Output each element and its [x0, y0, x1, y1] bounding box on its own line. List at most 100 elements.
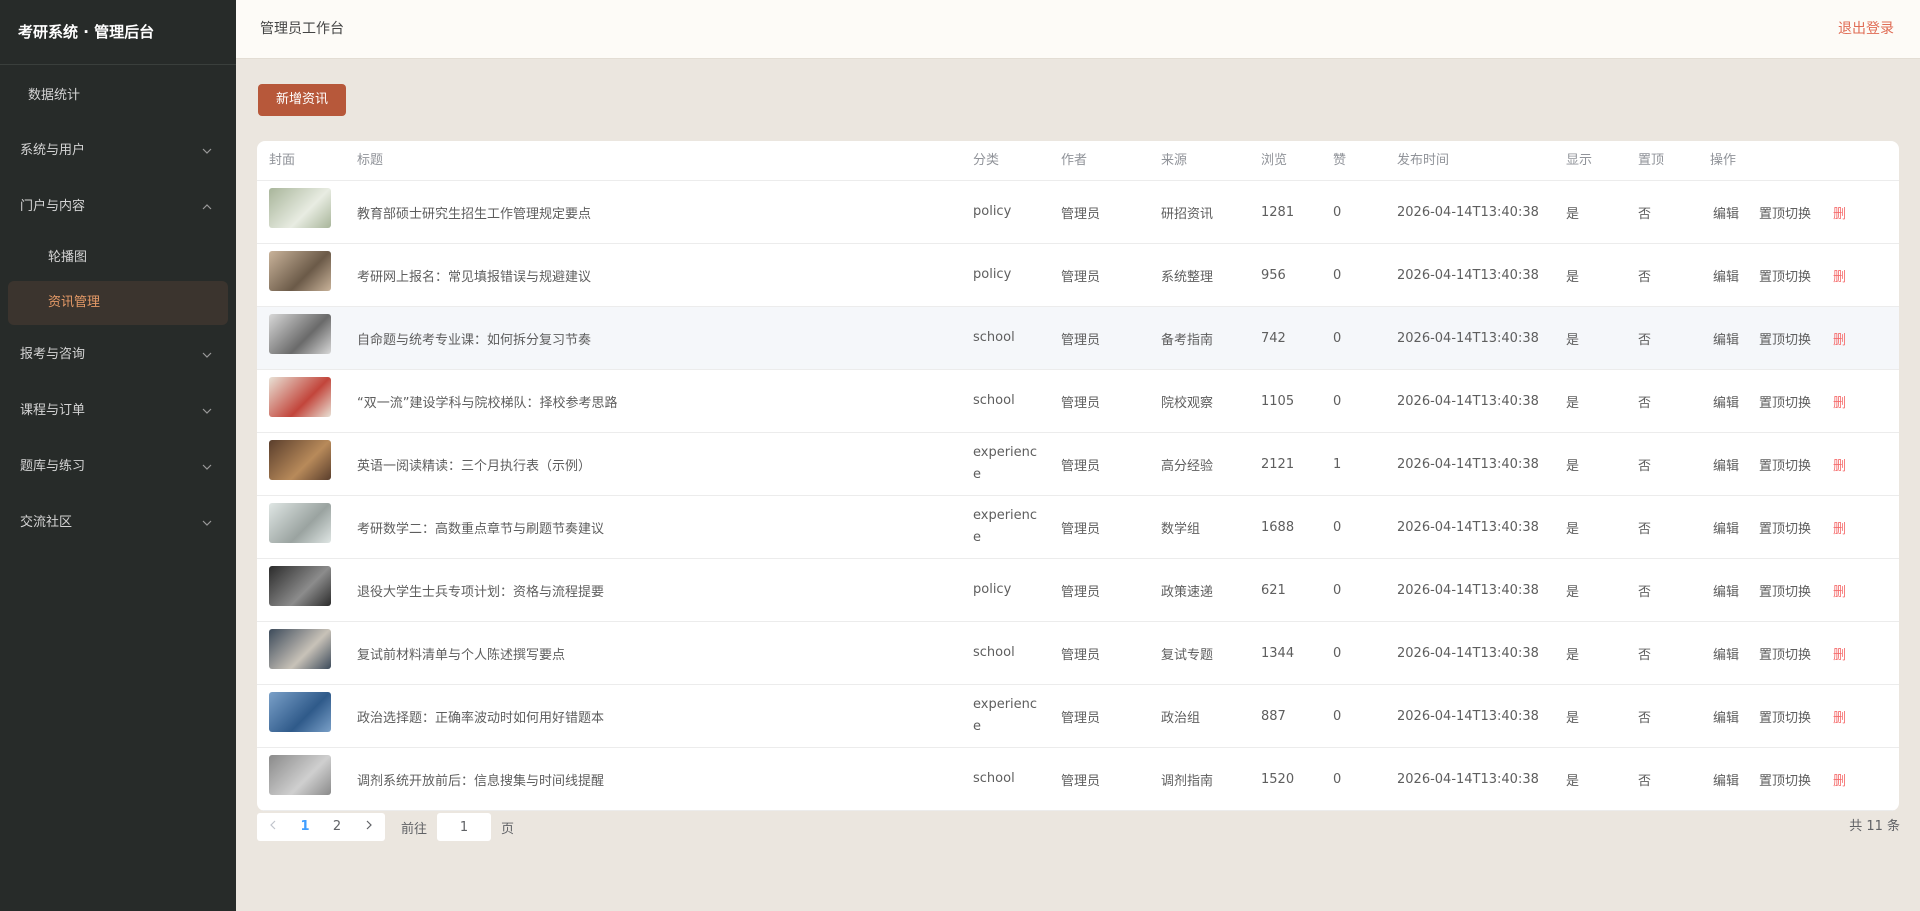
- delete-action-link[interactable]: 删: [1833, 307, 1846, 369]
- cell-published-text: 2026-04-14T13:40:38: [1397, 267, 1539, 283]
- cell-title: 政治选择题：正确率波动时如何用好错题本: [357, 685, 604, 747]
- chevron-up-icon: [200, 179, 214, 235]
- pin-toggle-action-link[interactable]: 置顶切换: [1759, 622, 1811, 684]
- delete-action-link[interactable]: 删: [1833, 622, 1846, 684]
- pagination: 1 2 前往 页: [257, 813, 514, 841]
- edit-action-link[interactable]: 编辑: [1713, 370, 1739, 432]
- cell-pinned: 否: [1638, 244, 1651, 306]
- cell-visible: 是: [1566, 307, 1579, 369]
- cover-thumbnail: [269, 251, 331, 291]
- pin-toggle-action-link[interactable]: 置顶切换: [1759, 685, 1811, 747]
- cell-published-text: 2026-04-14T13:40:38: [1397, 771, 1539, 787]
- sidebar-subitem-news[interactable]: 资讯管理: [8, 281, 228, 325]
- sidebar-item-portal-content[interactable]: 门户与内容: [0, 179, 236, 235]
- delete-action-link[interactable]: 删: [1833, 433, 1846, 495]
- cell-pinned: 否: [1638, 748, 1651, 810]
- cell-author: 管理员: [1061, 622, 1100, 684]
- sidebar-item-label: 门户与内容: [20, 199, 86, 214]
- sidebar-item-question-bank[interactable]: 题库与练习: [0, 439, 236, 495]
- cell-views-text: 1520: [1261, 771, 1295, 787]
- table-body: 教育部硕士研究生招生工作管理规定要点 policy 管理员 研招资讯 1281 0 2026…: [257, 181, 1899, 811]
- cell-category-text: experience: [973, 508, 1038, 545]
- sidebar-subitem-banner[interactable]: 轮播图: [0, 235, 236, 281]
- cell-pinned-text: 否: [1638, 710, 1652, 726]
- page-1-button[interactable]: 1: [289, 813, 321, 841]
- cell-source: 系统整理: [1161, 244, 1213, 306]
- delete-action-link[interactable]: 删: [1833, 496, 1846, 558]
- edit-action-link[interactable]: 编辑: [1713, 307, 1739, 369]
- cell-visible-text: 是: [1566, 395, 1580, 411]
- prev-page-button[interactable]: [257, 813, 289, 841]
- cell-visible-text: 是: [1566, 584, 1580, 600]
- edit-action-link[interactable]: 编辑: [1713, 559, 1739, 621]
- table-row: 复试前材料清单与个人陈述撰写要点 school 管理员 复试专题 1344 0 2026-0…: [257, 622, 1899, 685]
- chevron-down-icon: [200, 327, 214, 383]
- cell-pinned-text: 否: [1638, 458, 1652, 474]
- sidebar-item-stats[interactable]: 数据统计: [0, 73, 236, 119]
- add-news-button[interactable]: 新增资讯: [258, 84, 346, 116]
- cell-likes: 0: [1333, 244, 1341, 306]
- delete-action-link[interactable]: 删: [1833, 685, 1846, 747]
- pin-toggle-action-link[interactable]: 置顶切换: [1759, 370, 1811, 432]
- delete-action-link[interactable]: 删: [1833, 748, 1846, 810]
- cell-views: 1688: [1261, 496, 1294, 558]
- cell-likes: 0: [1333, 496, 1341, 558]
- pin-toggle-action-link[interactable]: 置顶切换: [1759, 748, 1811, 810]
- edit-action-link[interactable]: 编辑: [1713, 685, 1739, 747]
- edit-action-link[interactable]: 编辑: [1713, 748, 1739, 810]
- next-page-button[interactable]: [353, 813, 385, 841]
- cell-author: 管理员: [1061, 433, 1100, 495]
- logout-link[interactable]: 退出登录: [1838, 0, 1894, 59]
- pin-toggle-action-link[interactable]: 置顶切换: [1759, 496, 1811, 558]
- cell-likes: 0: [1333, 748, 1341, 810]
- cell-likes-text: 0: [1333, 519, 1342, 535]
- cell-likes: 0: [1333, 559, 1341, 621]
- cell-published: 2026-04-14T13:40:38: [1397, 181, 1539, 243]
- table-row: “双一流”建设学科与院校梯队：择校参考思路 school 管理员 院校观察 1105 0 2…: [257, 370, 1899, 433]
- cell-published: 2026-04-14T13:40:38: [1397, 496, 1539, 558]
- cell-author-text: 管理员: [1061, 332, 1101, 348]
- cell-author-text: 管理员: [1061, 458, 1101, 474]
- delete-action-link[interactable]: 删: [1833, 370, 1846, 432]
- cell-title-text: 英语一阅读精读：三个月执行表（示例）: [357, 458, 592, 474]
- pin-toggle-action-link[interactable]: 置顶切换: [1759, 244, 1811, 306]
- cell-title-text: 考研数学二：高数重点章节与刷题节奏建议: [357, 521, 605, 537]
- cell-pinned: 否: [1638, 685, 1651, 747]
- column-header-pinned: 置顶: [1638, 153, 1665, 168]
- cover-thumbnail: [269, 755, 331, 795]
- pin-toggle-action-link[interactable]: 置顶切换: [1759, 181, 1811, 243]
- edit-action-link[interactable]: 编辑: [1713, 181, 1739, 243]
- sidebar-item-apply-consult[interactable]: 报考与咨询: [0, 327, 236, 383]
- table-row: 自命题与统考专业课：如何拆分复习节奏 school 管理员 备考指南 742 0 2026-…: [257, 307, 1899, 370]
- pin-toggle-action-link[interactable]: 置顶切换: [1759, 307, 1811, 369]
- cover-thumbnail: [269, 503, 331, 543]
- cell-source-text: 研招资讯: [1161, 206, 1214, 222]
- sidebar-item-course-order[interactable]: 课程与订单: [0, 383, 236, 439]
- goto-page-input[interactable]: [437, 813, 492, 841]
- chevron-down-icon: [200, 123, 214, 179]
- cell-category-text: experience: [973, 697, 1038, 734]
- delete-action-link[interactable]: 删: [1833, 559, 1846, 621]
- sidebar-item-community[interactable]: 交流社区: [0, 495, 236, 551]
- cell-views: 956: [1261, 244, 1286, 306]
- edit-action-link[interactable]: 编辑: [1713, 433, 1739, 495]
- cell-likes: 0: [1333, 370, 1341, 432]
- cell-author: 管理员: [1061, 685, 1100, 747]
- cell-pinned: 否: [1638, 370, 1651, 432]
- edit-action-link[interactable]: 编辑: [1713, 622, 1739, 684]
- sidebar-item-label: 课程与订单: [20, 403, 86, 418]
- cover-thumbnail: [269, 314, 331, 354]
- delete-action-link[interactable]: 删: [1833, 244, 1846, 306]
- cell-visible-text: 是: [1566, 269, 1580, 285]
- cell-views: 621: [1261, 559, 1286, 621]
- pin-toggle-action-link[interactable]: 置顶切换: [1759, 433, 1811, 495]
- delete-action-link[interactable]: 删: [1833, 181, 1846, 243]
- cell-pinned: 否: [1638, 622, 1651, 684]
- page-2-button[interactable]: 2: [321, 813, 353, 841]
- edit-action-link[interactable]: 编辑: [1713, 496, 1739, 558]
- cell-author-text: 管理员: [1061, 584, 1101, 600]
- sidebar-item-system-users[interactable]: 系统与用户: [0, 123, 236, 179]
- pin-toggle-action-link[interactable]: 置顶切换: [1759, 559, 1811, 621]
- cell-visible-text: 是: [1566, 521, 1580, 537]
- edit-action-link[interactable]: 编辑: [1713, 244, 1739, 306]
